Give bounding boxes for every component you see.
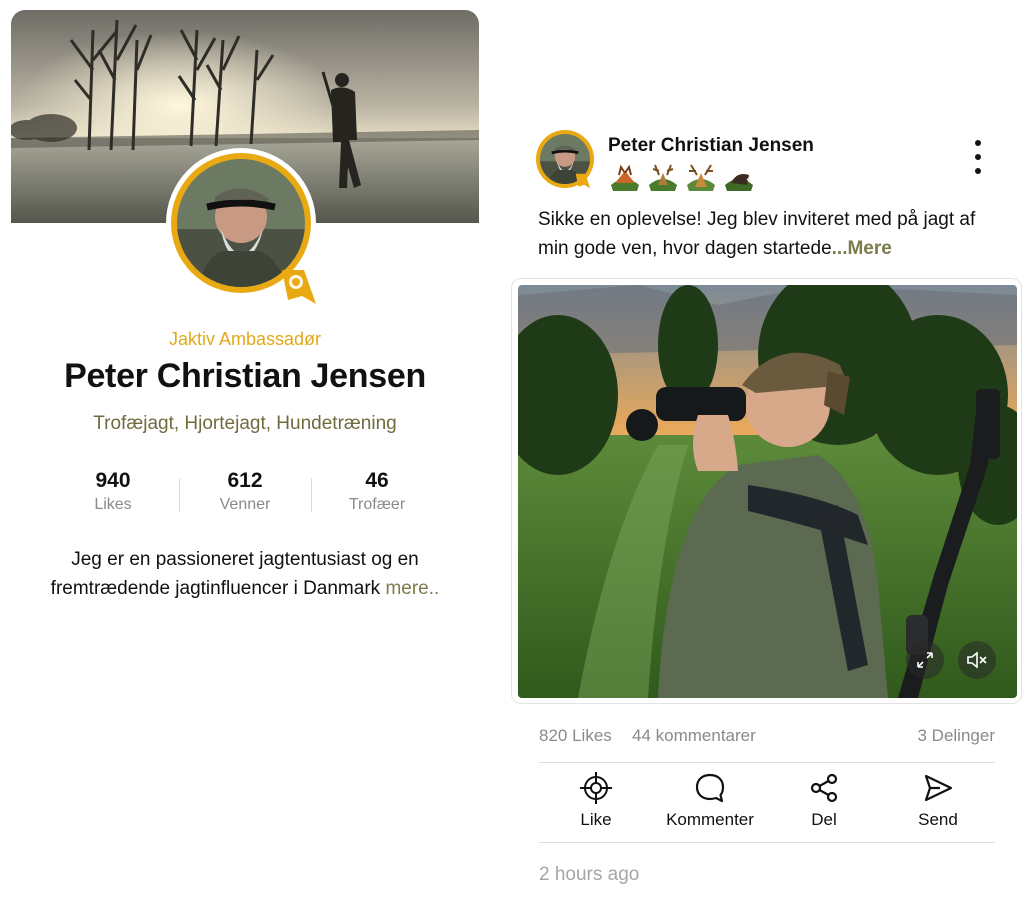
action-label: Del bbox=[811, 810, 837, 829]
comment-icon bbox=[695, 773, 725, 803]
speaker-mute-icon bbox=[967, 651, 987, 669]
fullscreen-button[interactable] bbox=[906, 641, 944, 679]
boar-badge-icon bbox=[723, 163, 755, 193]
stat-label: Venner bbox=[219, 496, 271, 513]
trophy-badges bbox=[609, 163, 755, 193]
share-button[interactable]: Del bbox=[767, 770, 881, 836]
crosshair-icon bbox=[580, 772, 612, 804]
stat-label: Likes bbox=[94, 496, 132, 513]
stat-value: 46 bbox=[365, 469, 389, 492]
stat-likes[interactable]: 940 Likes bbox=[47, 468, 179, 518]
post-timestamp: 2 hours ago bbox=[539, 864, 640, 885]
likes-count[interactable]: 820 Likes bbox=[539, 726, 612, 746]
caption-text: Sikke en oplevelse! Jeg blev inviteret m… bbox=[538, 209, 976, 259]
action-label: Like bbox=[580, 810, 612, 829]
expand-icon bbox=[917, 652, 933, 668]
ambassador-badge-icon bbox=[282, 270, 316, 304]
post-actions: Like Kommenter Del Send bbox=[539, 770, 995, 836]
more-options-icon[interactable] bbox=[966, 140, 990, 174]
bio-text: Jeg er en passioneret jagtentusiast og e… bbox=[50, 549, 419, 599]
send-icon bbox=[924, 774, 953, 802]
stat-value: 940 bbox=[95, 469, 131, 492]
action-label: Kommenter bbox=[666, 810, 754, 829]
stat-friends[interactable]: 612 Venner bbox=[179, 468, 311, 518]
caption-more-link[interactable]: ...Mere bbox=[832, 238, 892, 259]
comment-button[interactable]: Kommenter bbox=[653, 770, 767, 836]
ambassador-label: Jaktiv Ambassadør bbox=[168, 329, 322, 349]
stat-trophies[interactable]: 46 Trofæer bbox=[311, 468, 443, 518]
stat-value: 612 bbox=[227, 469, 263, 492]
profile-bio: Jeg er en passioneret jagtentusiast og e… bbox=[10, 545, 480, 603]
bio-more-link[interactable]: mere.. bbox=[385, 578, 439, 599]
comments-count[interactable]: 44 kommentarer bbox=[632, 726, 756, 746]
stat-label: Trofæer bbox=[348, 496, 406, 513]
post-photo[interactable] bbox=[518, 285, 1017, 698]
send-button[interactable]: Send bbox=[881, 770, 995, 836]
shares-count[interactable]: 3 Delinger bbox=[918, 726, 996, 746]
ambassador-badge-icon bbox=[575, 173, 591, 189]
divider bbox=[539, 762, 995, 763]
divider bbox=[539, 842, 995, 843]
profile-stats: 940 Likes 612 Venner 46 Trofæer bbox=[40, 468, 450, 518]
action-label: Send bbox=[918, 810, 958, 829]
post-author-avatar[interactable] bbox=[536, 130, 598, 192]
profile-name: Peter Christian Jensen bbox=[64, 357, 426, 395]
post-author-name[interactable]: Peter Christian Jensen bbox=[608, 135, 814, 157]
mute-button[interactable] bbox=[958, 641, 996, 679]
profile-avatar[interactable] bbox=[166, 148, 326, 308]
fox-badge-icon bbox=[609, 163, 641, 193]
like-button[interactable]: Like bbox=[539, 770, 653, 836]
deer-badge-icon bbox=[647, 163, 679, 193]
share-icon bbox=[810, 773, 838, 803]
stag-badge-icon bbox=[685, 163, 717, 193]
post-caption: Sikke en oplevelse! Jeg blev inviteret m… bbox=[538, 205, 1008, 263]
profile-interests: Trofæjagt, Hjortejagt, Hundetræning bbox=[93, 413, 397, 434]
